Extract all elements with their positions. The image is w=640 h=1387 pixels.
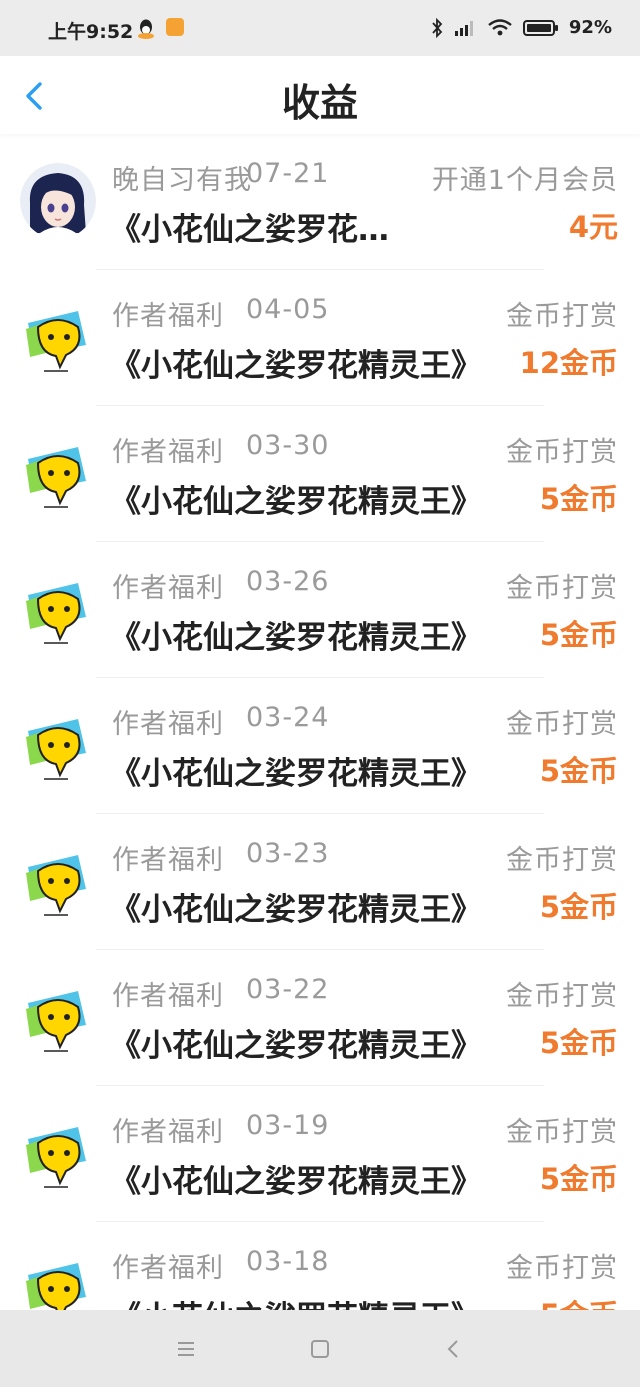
book-title: 《小花仙之娑罗花精灵王》	[110, 1292, 482, 1310]
mascot-avatar	[26, 447, 86, 508]
home-icon[interactable]	[307, 1337, 333, 1361]
status-bar: 上午9:52 92%	[0, 0, 640, 56]
book-title: 《小花仙之娑罗花精灵王》	[110, 892, 482, 928]
battery-icon	[522, 19, 558, 36]
qq-icon	[138, 19, 154, 39]
list-item[interactable]: 作者福利 04-05 金币打赏 《小花仙之娑罗花精灵王》 12金币	[0, 270, 640, 406]
mascot-avatar	[26, 991, 86, 1052]
income-type: 金币打赏	[506, 573, 618, 604]
anime-girl-avatar	[20, 163, 96, 239]
income-date: 03-19	[246, 1110, 330, 1141]
income-date: 04-05	[246, 294, 330, 325]
income-amount: 5金币	[539, 1026, 618, 1060]
income-type: 金币打赏	[506, 1253, 618, 1284]
book-title: 《小花仙之娑罗花精灵王》	[110, 1028, 482, 1064]
page-title: 收益	[281, 81, 358, 125]
book-title: 《小花仙之娑罗花精灵王》	[110, 348, 482, 384]
book-title: 《小花仙之娑罗花精灵王》	[110, 1164, 482, 1200]
income-amount: 5金币	[539, 754, 618, 788]
income-date: 07-21	[246, 158, 330, 189]
list-item[interactable]: 作者福利 03-24 金币打赏 《小花仙之娑罗花精灵王》 5金币	[0, 678, 640, 814]
book-title: 《小花仙之娑罗花精灵王》	[110, 620, 482, 656]
income-source: 晚自习有我	[112, 165, 252, 196]
list-item[interactable]: 作者福利 03-22 金币打赏 《小花仙之娑罗花精灵王》 5金币	[0, 950, 640, 1086]
bluetooth-icon	[432, 17, 443, 38]
income-source: 作者福利	[112, 1253, 224, 1284]
list-item[interactable]: 作者福利 03-23 金币打赏 《小花仙之娑罗花精灵王》 5金币	[0, 814, 640, 950]
mascot-avatar	[26, 1263, 86, 1310]
list-item[interactable]: 作者福利 03-26 金币打赏 《小花仙之娑罗花精灵王》 5金币	[0, 542, 640, 678]
income-date: 03-18	[246, 1246, 330, 1277]
income-source: 作者福利	[112, 301, 224, 332]
income-type: 金币打赏	[506, 845, 618, 876]
app-icon	[166, 18, 184, 36]
income-amount: 5金币	[539, 618, 618, 652]
earnings-list: 晚自习有我 07-21 开通1个月会员 《小花仙之娑罗花… 4元 作者福利 04…	[0, 134, 640, 1310]
income-source: 作者福利	[112, 1117, 224, 1148]
income-source: 作者福利	[112, 845, 224, 876]
income-type: 金币打赏	[506, 1117, 618, 1148]
income-amount: 5金币	[540, 1292, 618, 1310]
wifi-icon	[488, 18, 512, 35]
income-type: 金币打赏	[506, 437, 618, 468]
book-title: 《小花仙之娑罗花精灵王》	[110, 756, 482, 792]
mascot-avatar	[26, 719, 86, 780]
signal-icon	[454, 20, 473, 36]
list-item[interactable]: 作者福利 03-18 金币打赏 《小花仙之娑罗花精灵王》 5金币	[0, 1222, 640, 1310]
mascot-avatar	[26, 583, 86, 644]
income-amount: 5金币	[539, 482, 618, 516]
income-type: 金币打赏	[506, 301, 618, 332]
list-item[interactable]: 作者福利 03-19 金币打赏 《小花仙之娑罗花精灵王》 5金币	[0, 1086, 640, 1222]
income-amount: 4元	[568, 210, 618, 244]
list-item[interactable]: 晚自习有我 07-21 开通1个月会员 《小花仙之娑罗花… 4元	[0, 134, 640, 270]
list-item[interactable]: 作者福利 03-30 金币打赏 《小花仙之娑罗花精灵王》 5金币	[0, 406, 640, 542]
status-icons-right: 92%	[431, 17, 612, 38]
header: 收益	[0, 56, 640, 134]
income-source: 作者福利	[112, 981, 224, 1012]
income-date: 03-30	[246, 430, 330, 461]
status-icons-left	[136, 18, 184, 40]
income-date: 03-23	[246, 838, 330, 869]
income-date: 03-22	[246, 974, 330, 1005]
menu-icon[interactable]	[173, 1337, 199, 1361]
mascot-avatar	[26, 1127, 86, 1188]
income-date: 03-24	[246, 702, 330, 733]
income-type: 金币打赏	[506, 709, 618, 740]
mascot-avatar	[26, 855, 86, 916]
income-type: 开通1个月会员	[431, 165, 618, 196]
status-time: 上午9:52	[48, 21, 134, 43]
income-type: 金币打赏	[506, 981, 618, 1012]
back-icon[interactable]	[441, 1337, 467, 1361]
battery-percentage: 92%	[568, 17, 612, 38]
system-nav-bar	[0, 1310, 640, 1387]
book-title: 《小花仙之娑罗花精灵王》	[110, 484, 482, 520]
income-source: 作者福利	[112, 437, 224, 468]
mascot-avatar	[26, 311, 86, 372]
income-source: 作者福利	[112, 709, 224, 740]
book-title: 《小花仙之娑罗花…	[110, 212, 389, 248]
income-source: 作者福利	[112, 573, 224, 604]
income-date: 03-26	[246, 566, 330, 597]
income-amount: 5金币	[539, 890, 618, 924]
income-amount: 5金币	[539, 1162, 618, 1196]
income-amount: 12金币	[519, 346, 618, 380]
